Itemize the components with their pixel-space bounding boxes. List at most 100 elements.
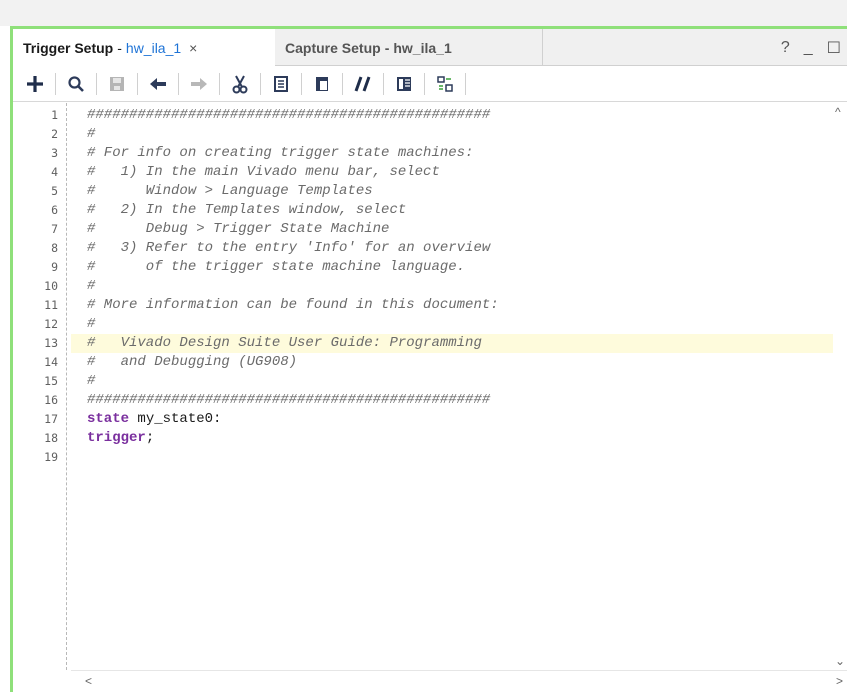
- line-number: 4: [51, 165, 58, 179]
- line-number: 13: [44, 336, 58, 350]
- top-strip: [0, 0, 847, 26]
- toolbar-separator: [301, 72, 302, 95]
- code-line[interactable]: #: [71, 372, 833, 391]
- code-line[interactable]: [71, 448, 833, 467]
- scroll-right-icon[interactable]: >: [836, 674, 843, 688]
- line-number: 10: [44, 279, 58, 293]
- help-icon[interactable]: ?: [781, 39, 790, 57]
- code-line[interactable]: #: [71, 315, 833, 334]
- code-line[interactable]: state my_state0:: [71, 410, 833, 429]
- scroll-down-icon[interactable]: ⌄: [835, 654, 845, 668]
- code-comment: # Window > Language Templates: [87, 183, 373, 199]
- scroll-left-icon[interactable]: <: [85, 674, 92, 688]
- line-number: 9: [51, 260, 58, 274]
- toolbar-separator: [465, 72, 466, 95]
- code-area[interactable]: ########################################…: [71, 103, 833, 670]
- trigger-setup-panel: Trigger Setup - hw_ila_1 × Capture Setup…: [10, 26, 847, 692]
- tab-subtitle: hw_ila_1: [393, 39, 452, 56]
- scroll-up-icon[interactable]: ^: [835, 105, 841, 119]
- code-line[interactable]: # 1) In the main Vivado menu bar, select: [71, 163, 833, 182]
- line-number: 19: [44, 450, 58, 464]
- line-number: 8: [51, 241, 58, 255]
- code-editor[interactable]: 1 2 3 4 5 6 7 8 9 10 11 12 13 14 15 16 17 18 19 ##########…: [13, 103, 847, 692]
- undo-icon[interactable]: [142, 69, 174, 99]
- toolbar-separator: [219, 72, 220, 95]
- line-number: 7: [51, 222, 58, 236]
- tab-trigger-setup[interactable]: Trigger Setup - hw_ila_1 ×: [13, 29, 275, 66]
- minimize-icon[interactable]: _: [804, 39, 813, 57]
- code-line[interactable]: # Vivado Design Suite User Guide: Progra…: [71, 334, 833, 353]
- code-comment: # For info on creating trigger state mac…: [87, 145, 474, 161]
- code-comment: ########################################…: [87, 392, 491, 408]
- save-icon[interactable]: [101, 69, 133, 99]
- code-comment: # More information can be found in this …: [87, 297, 499, 313]
- add-icon[interactable]: [19, 69, 51, 99]
- horizontal-scrollbar[interactable]: < >: [71, 670, 847, 692]
- code-line[interactable]: # 2) In the Templates window, select: [71, 201, 833, 220]
- code-comment: #: [87, 126, 96, 142]
- code-line[interactable]: # 3) Refer to the entry 'Info' for an ov…: [71, 239, 833, 258]
- redo-icon[interactable]: [183, 69, 215, 99]
- toolbar-separator: [96, 72, 97, 95]
- line-number: 2: [51, 127, 58, 141]
- line-number: 1: [51, 108, 58, 122]
- code-text: ;: [145, 430, 155, 446]
- code-line[interactable]: # More information can be found in this …: [71, 296, 833, 315]
- code-comment: # 1) In the main Vivado menu bar, select: [87, 164, 440, 180]
- close-icon[interactable]: ×: [189, 40, 197, 56]
- tab-separator: -: [384, 39, 390, 56]
- line-number: 6: [51, 203, 58, 217]
- code-comment: # and Debugging (UG908): [87, 354, 298, 370]
- toolbar-separator: [55, 72, 56, 95]
- vertical-scrollbar[interactable]: ^ ⌄: [833, 103, 847, 670]
- code-comment: # of the trigger state machine language.: [87, 259, 466, 275]
- toolbar-separator: [342, 72, 343, 95]
- toolbar-separator: [383, 72, 384, 95]
- code-comment: #: [87, 316, 96, 332]
- toolbar-separator: [424, 72, 425, 95]
- line-number: 15: [44, 374, 58, 388]
- maximize-icon[interactable]: ☐: [827, 38, 841, 58]
- code-comment: #: [87, 278, 96, 294]
- toolbar-separator: [137, 72, 138, 95]
- paste-icon[interactable]: [306, 69, 338, 99]
- code-text: my_state0:: [129, 411, 222, 427]
- toolbar-separator: [178, 72, 179, 95]
- line-number: 3: [51, 146, 58, 160]
- code-line[interactable]: #: [71, 125, 833, 144]
- code-line[interactable]: # of the trigger state machine language.: [71, 258, 833, 277]
- line-number: 17: [44, 412, 58, 426]
- tab-subtitle: hw_ila_1: [125, 39, 182, 56]
- line-number: 11: [44, 298, 58, 312]
- line-number: 16: [44, 393, 58, 407]
- code-comment: ########################################…: [87, 107, 491, 123]
- gutter-divider: [66, 103, 67, 670]
- code-line[interactable]: # Debug > Trigger State Machine: [71, 220, 833, 239]
- line-number: 18: [44, 431, 58, 445]
- code-comment: # Vivado Design Suite User Guide: Progra…: [87, 335, 482, 351]
- comment-toggle-icon[interactable]: [347, 69, 379, 99]
- tab-title: Capture Setup: [285, 39, 381, 56]
- code-comment: # Debug > Trigger State Machine: [87, 221, 390, 237]
- code-line[interactable]: ########################################…: [71, 391, 833, 410]
- line-number: 5: [51, 184, 58, 198]
- code-keyword: state: [87, 411, 130, 427]
- tab-capture-setup[interactable]: Capture Setup - hw_ila_1: [275, 29, 543, 66]
- split-view-icon[interactable]: [388, 69, 420, 99]
- tab-separator: -: [117, 39, 122, 56]
- search-icon[interactable]: [60, 69, 92, 99]
- code-line[interactable]: # For info on creating trigger state mac…: [71, 144, 833, 163]
- copy-icon[interactable]: [265, 69, 297, 99]
- code-line[interactable]: trigger;: [71, 429, 833, 448]
- line-number-gutter: 1 2 3 4 5 6 7 8 9 10 11 12 13 14 15 16 17 18 19: [13, 103, 71, 670]
- code-line[interactable]: # and Debugging (UG908): [71, 353, 833, 372]
- insert-template-icon[interactable]: [429, 69, 461, 99]
- toolbar-separator: [260, 72, 261, 95]
- code-line[interactable]: #: [71, 277, 833, 296]
- line-number: 12: [44, 317, 58, 331]
- code-line[interactable]: ########################################…: [71, 106, 833, 125]
- editor-toolbar: [13, 66, 847, 102]
- cut-icon[interactable]: [224, 69, 256, 99]
- code-line[interactable]: # Window > Language Templates: [71, 182, 833, 201]
- line-number: 14: [44, 355, 58, 369]
